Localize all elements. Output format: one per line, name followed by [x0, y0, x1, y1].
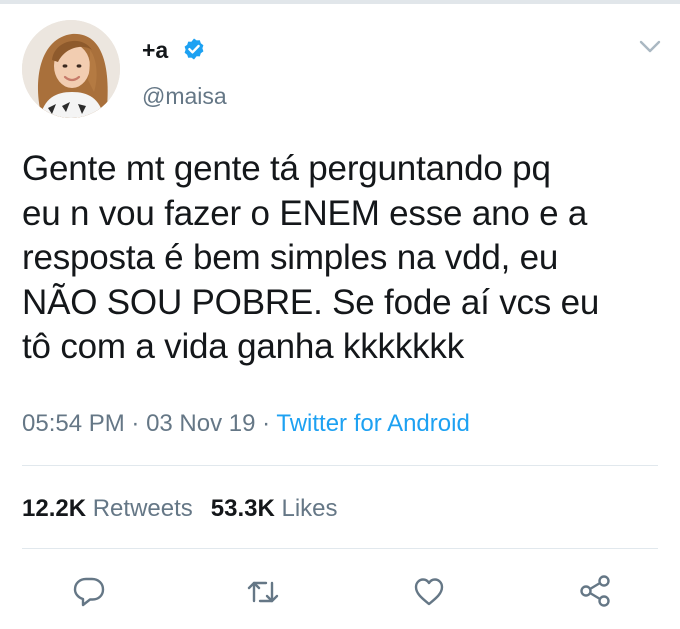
tweet-text-line: eu n vou fazer o ENEM esse ano e a	[22, 193, 588, 233]
tweet-stats: 12.2K Retweets 53.3K Likes	[22, 494, 338, 524]
tweet-text-line: resposta é bem simples na vdd, eu	[22, 238, 559, 277]
verified-badge-icon	[184, 38, 204, 60]
meta-separator: ·	[255, 410, 277, 437]
reply-icon[interactable]	[72, 574, 106, 608]
tweet-date: 03 Nov 19	[146, 410, 256, 437]
likes-count: 53.3K	[210, 495, 275, 522]
divider	[22, 465, 658, 466]
chevron-down-icon[interactable]	[638, 38, 662, 56]
likes-label: Likes	[281, 495, 338, 522]
share-icon[interactable]	[578, 574, 612, 608]
retweets-stat[interactable]: 12.2K Retweets	[22, 495, 193, 522]
meta-separator: ·	[124, 410, 147, 437]
profile-photo-avatar	[22, 20, 120, 118]
divider	[22, 548, 658, 549]
retweets-count: 12.2K	[22, 495, 87, 522]
avatar[interactable]	[22, 20, 120, 118]
tweet-text-line: Gente mt gente tá perguntando pq	[22, 149, 551, 188]
tweet-card: +a @maisa Gente mt gente tá perguntando …	[0, 0, 680, 629]
tweet-text-line: NÃO SOU POBRE. Se fode aí vcs eu	[22, 282, 600, 322]
likes-stat[interactable]: 53.3K Likes	[211, 495, 338, 522]
tweet-source-link[interactable]: Twitter for Android	[276, 410, 469, 437]
retweet-icon[interactable]	[246, 575, 280, 609]
user-handle[interactable]: @maisa	[142, 82, 227, 110]
display-name[interactable]: +a	[142, 36, 168, 64]
like-icon[interactable]	[412, 575, 446, 609]
tweet-text: Gente mt gente tá perguntando pq eu n vo…	[22, 147, 662, 370]
tweet-metadata: 05:54 PM · 03 Nov 19 · Twitter for Andro…	[22, 409, 470, 439]
tweet-time: 05:54 PM	[22, 410, 125, 437]
retweets-label: Retweets	[92, 495, 193, 522]
tweet-text-line: tô com a vida ganha kkkkkkk	[22, 327, 465, 366]
